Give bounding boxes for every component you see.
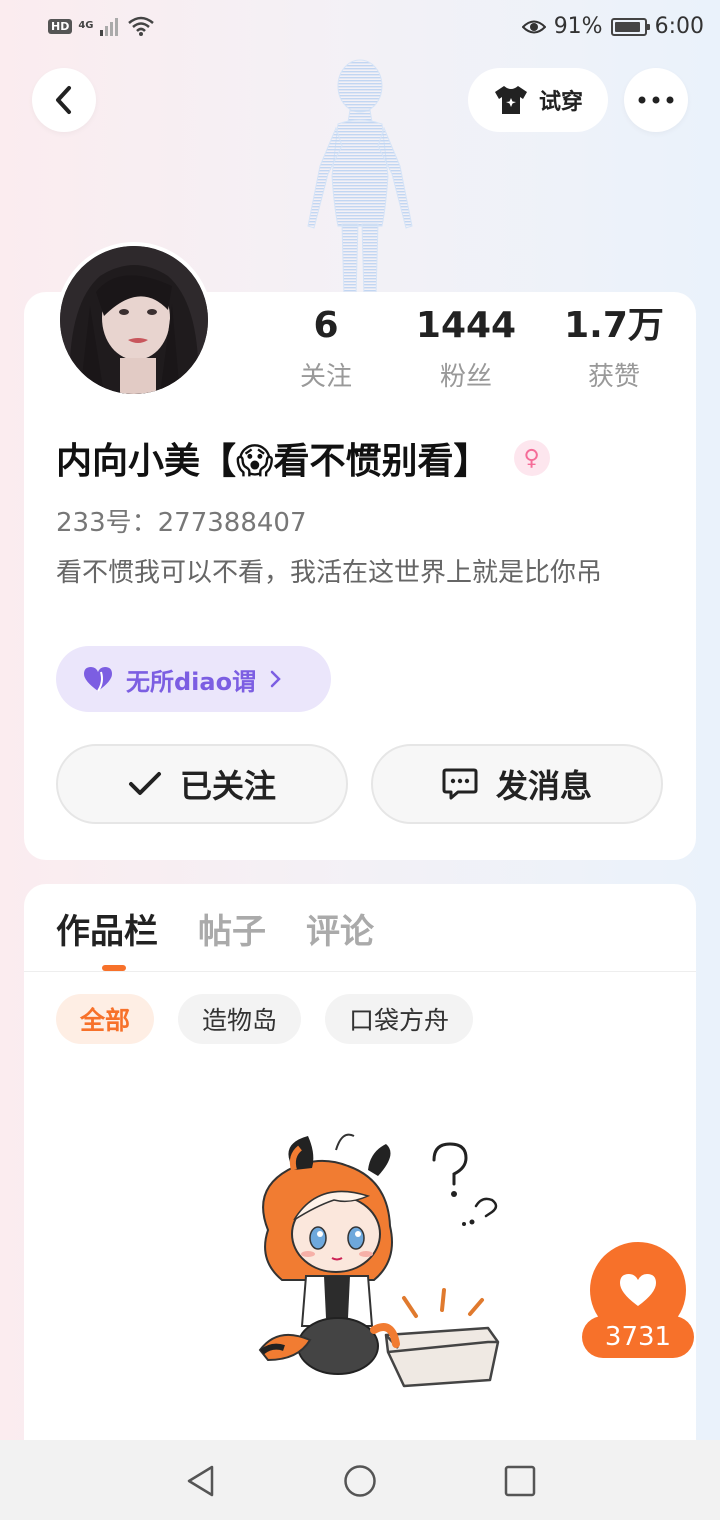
stat-likes-label: 获赞 bbox=[587, 362, 640, 392]
send-message-label: 发消息 bbox=[495, 767, 592, 805]
stat-following[interactable]: 6 关注 bbox=[280, 304, 372, 393]
user-name: 内向小美【😱看不惯别看】 bbox=[56, 441, 490, 482]
battery-percent: 91% bbox=[553, 14, 603, 39]
like-count[interactable]: 3731 bbox=[582, 1316, 694, 1358]
heart-icon bbox=[620, 1274, 656, 1306]
name-row: 内向小美【😱看不惯别看】 ♀ bbox=[56, 432, 550, 484]
stat-followers-label: 粉丝 bbox=[439, 362, 492, 392]
chevron-right-icon bbox=[270, 670, 281, 688]
chevron-left-icon bbox=[56, 86, 71, 114]
status-bar: HD 4G 91% 6:00 bbox=[0, 0, 720, 56]
nav-recents-icon[interactable] bbox=[503, 1464, 537, 1498]
signal-icon bbox=[99, 18, 118, 36]
stats-row: 6 关注 1444 粉丝 1.7万 获赞 bbox=[280, 304, 680, 393]
followed-button[interactable]: 已关注 bbox=[56, 744, 348, 824]
battery-icon bbox=[610, 17, 650, 36]
wifi-icon bbox=[127, 16, 154, 36]
signature-tag-label: 无所diao谓 bbox=[126, 667, 257, 696]
system-nav-bar bbox=[0, 1440, 720, 1520]
stat-followers[interactable]: 1444 粉丝 bbox=[372, 304, 560, 393]
more-button[interactable] bbox=[624, 68, 688, 132]
clock: 6:00 bbox=[654, 14, 704, 39]
check-icon bbox=[128, 772, 161, 795]
user-id[interactable]: 233号：277388407 bbox=[56, 502, 307, 539]
nav-home-icon[interactable] bbox=[343, 1464, 377, 1498]
status-left: HD 4G bbox=[48, 16, 154, 36]
try-on-button[interactable]: 试穿 bbox=[468, 68, 608, 132]
hd-badge: HD bbox=[48, 18, 73, 34]
nav-back-icon[interactable] bbox=[184, 1464, 218, 1498]
try-on-label: 试穿 bbox=[538, 90, 583, 115]
battery-fill bbox=[614, 21, 641, 32]
tab-comments[interactable]: 评论 bbox=[306, 904, 374, 953]
stat-following-label: 关注 bbox=[299, 362, 352, 392]
chat-bubble-icon bbox=[442, 768, 478, 800]
status-right: 91% 6:00 bbox=[521, 14, 704, 39]
stat-following-value: 6 bbox=[313, 305, 339, 346]
stat-followers-value: 1444 bbox=[415, 305, 517, 346]
user-bio: 看不惯我可以不看，我活在这世界上就是比你吊 bbox=[56, 558, 603, 588]
eye-icon bbox=[521, 20, 546, 33]
followed-label: 已关注 bbox=[179, 767, 276, 805]
stat-likes-value: 1.7万 bbox=[564, 305, 664, 346]
works-filters: 全部 造物岛 口袋方舟 bbox=[56, 994, 474, 1044]
network-label: 4G bbox=[78, 20, 94, 31]
filter-creation-island[interactable]: 造物岛 bbox=[178, 994, 302, 1044]
tshirt-icon bbox=[494, 86, 527, 114]
send-message-button[interactable]: 发消息 bbox=[371, 744, 663, 824]
hologram-avatar-figure[interactable] bbox=[290, 56, 430, 296]
stat-likes[interactable]: 1.7万 获赞 bbox=[560, 304, 668, 393]
tab-works[interactable]: 作品栏 bbox=[56, 904, 158, 953]
user-avatar[interactable] bbox=[56, 242, 212, 398]
ellipsis-icon bbox=[638, 96, 674, 104]
filter-all[interactable]: 全部 bbox=[56, 994, 155, 1044]
filter-pocket-ark[interactable]: 口袋方舟 bbox=[325, 994, 474, 1044]
works-tabs: 作品栏 帖子 评论 bbox=[56, 904, 374, 953]
signature-tag-chip[interactable]: 无所diao谓 bbox=[56, 646, 331, 712]
back-button[interactable] bbox=[32, 68, 96, 132]
heart-icon bbox=[84, 667, 112, 692]
empty-state-illustration bbox=[258, 1133, 500, 1388]
tab-posts[interactable]: 帖子 bbox=[198, 904, 266, 953]
tab-divider bbox=[24, 971, 696, 972]
avatar-portrait bbox=[60, 246, 208, 394]
female-icon: ♀ bbox=[513, 440, 550, 476]
